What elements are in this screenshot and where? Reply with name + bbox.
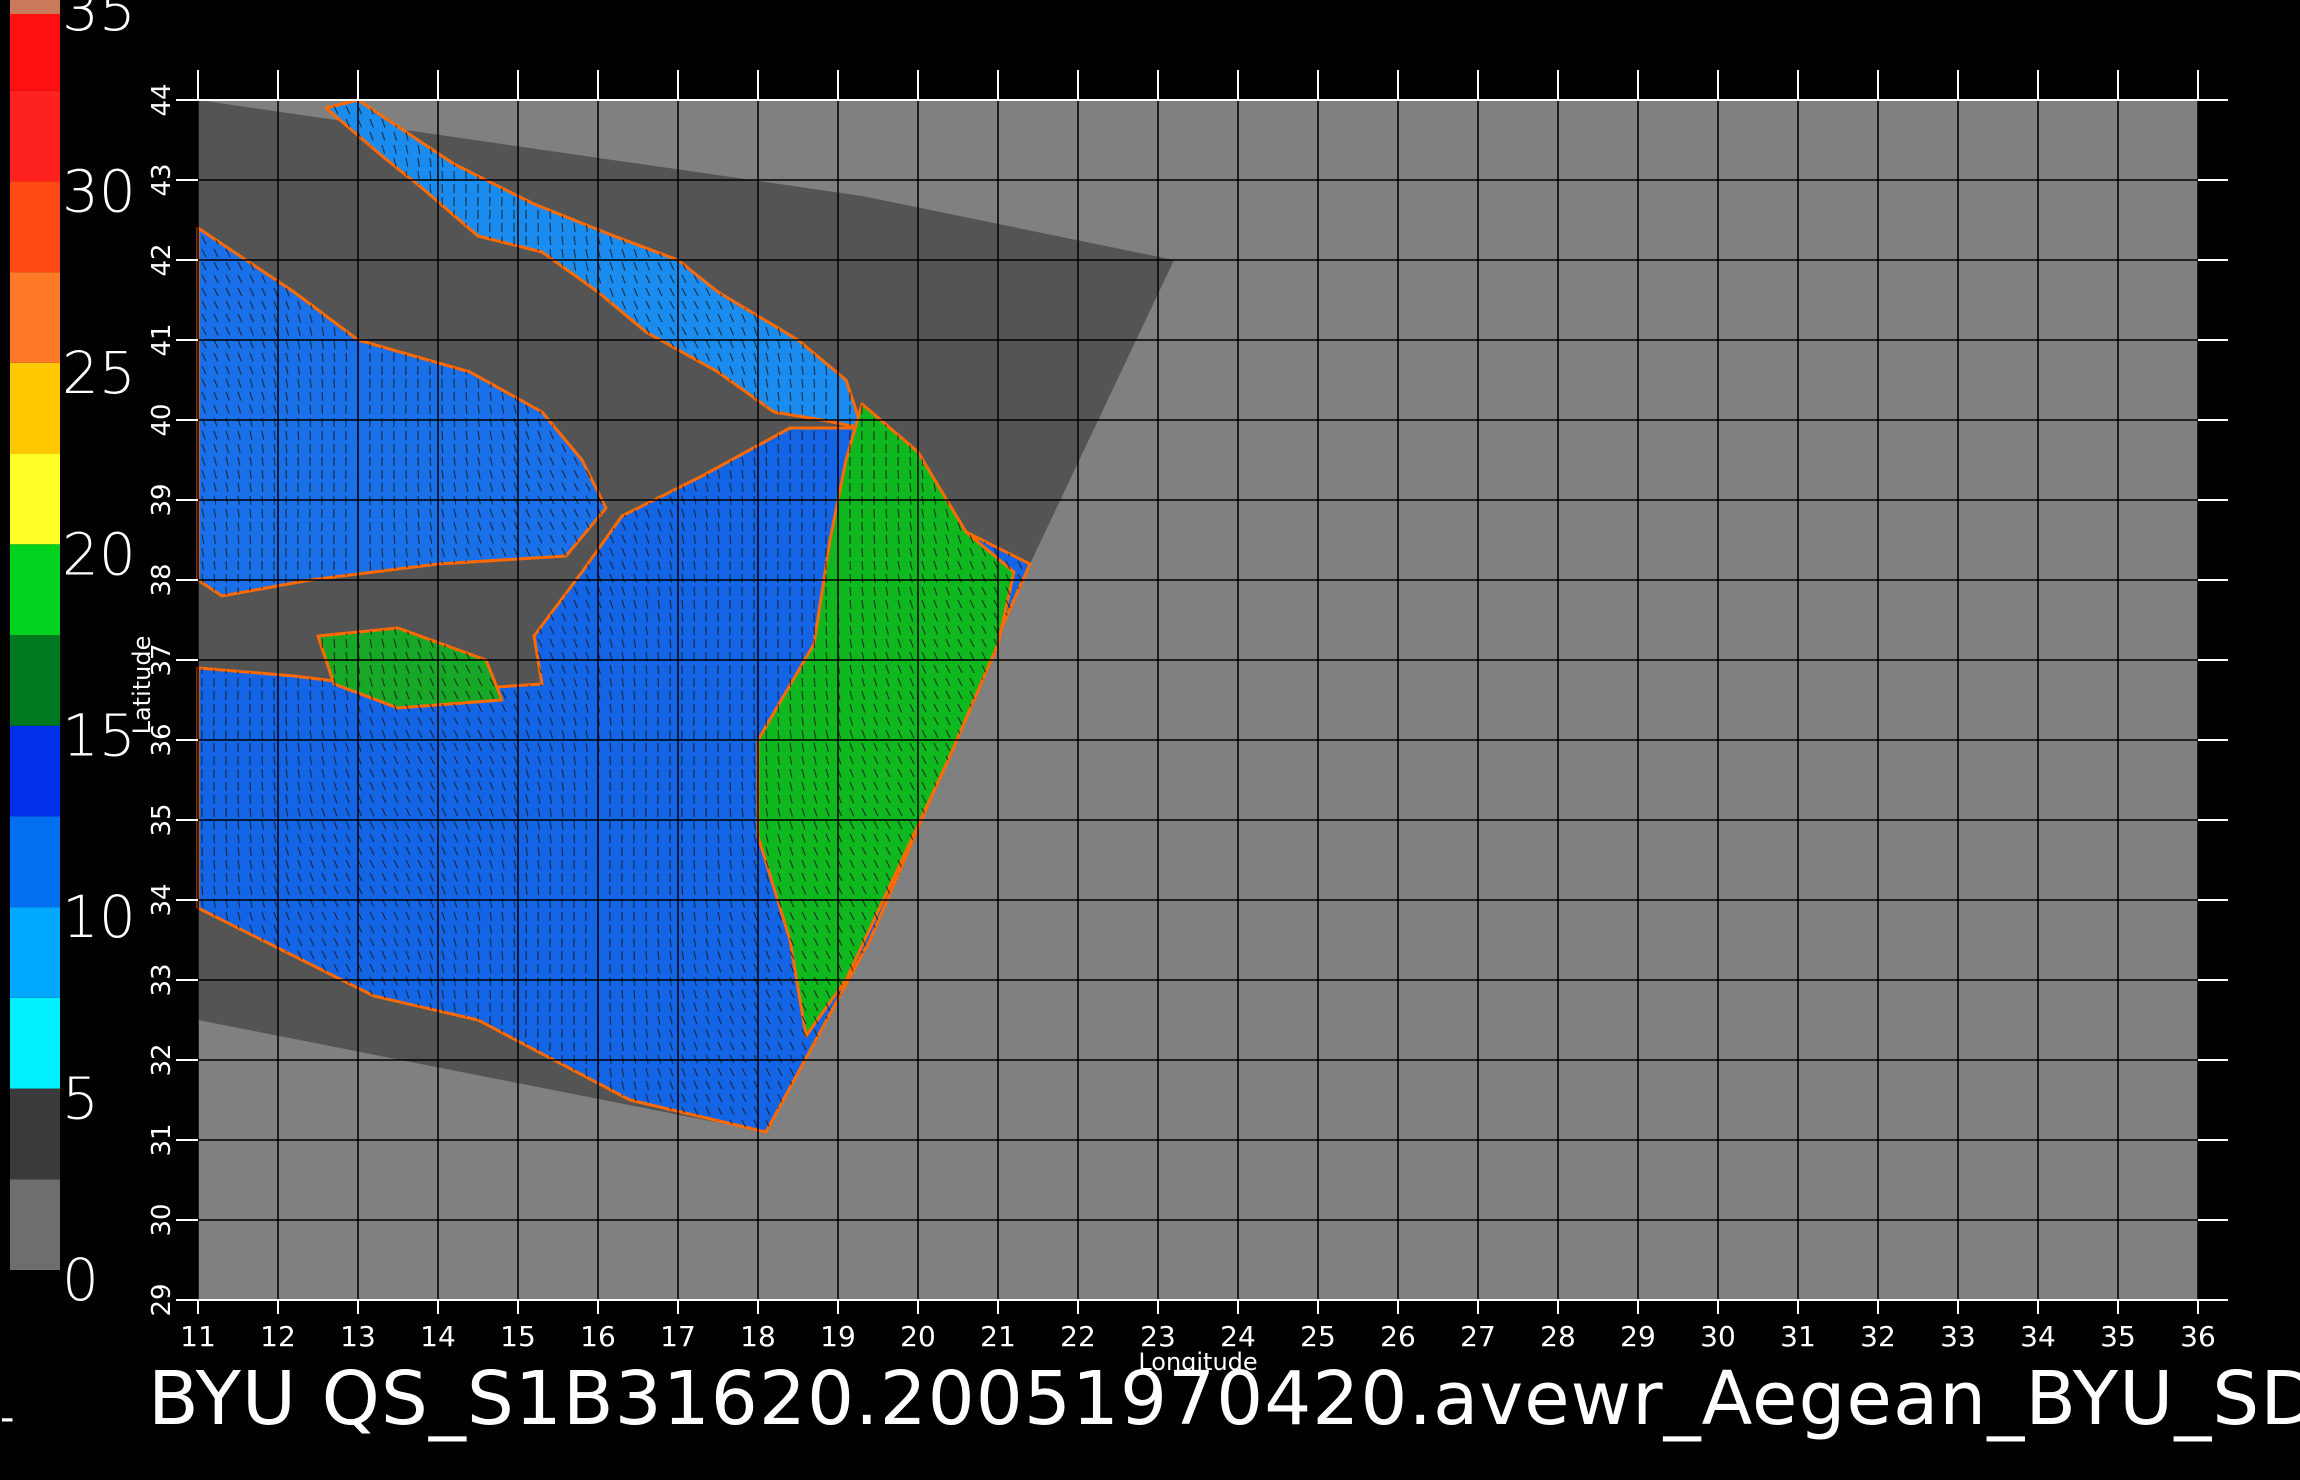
lat-tick-label: 44 — [147, 83, 177, 116]
lon-tick-label: 18 — [740, 1320, 776, 1353]
lat-tick-label: 33 — [147, 963, 177, 996]
lat-tick-label: 32 — [147, 1043, 177, 1076]
colorbar-tick-label: 30 — [62, 157, 136, 225]
lon-tick-label: 29 — [1620, 1320, 1656, 1353]
lat-tick-label: 30 — [147, 1203, 177, 1236]
map-plot-area: 11 12 13 14 15 16 17 18 19 20 21 22 23 24 25 26 27 28 29 30… — [128, 70, 2228, 1376]
lon-tick-label: 26 — [1380, 1320, 1416, 1353]
colorbar-tick-label: 0 — [62, 1246, 99, 1314]
lat-tick-label: 35 — [147, 803, 177, 836]
colorbar-band — [10, 816, 60, 908]
colorbar-tick-labels: 0 5 10 15 20 25 30 35 — [62, 0, 136, 1314]
lon-tick-label: 11 — [180, 1320, 216, 1353]
colorbar-band — [10, 90, 60, 182]
colorbar-tick-label: 5 — [62, 1065, 99, 1133]
lon-tick-label: 12 — [260, 1320, 296, 1353]
colorbar-band — [10, 544, 60, 635]
lat-tick-label: 34 — [147, 883, 177, 916]
lat-tick-label: 38 — [147, 563, 177, 596]
lat-tick-label: 42 — [147, 243, 177, 276]
lat-tick-label: 41 — [147, 323, 177, 356]
colorbar-tick-label: 25 — [62, 339, 136, 407]
colorbar-band — [10, 0, 60, 14]
side-mark: - — [0, 1395, 15, 1441]
wind-speed-colorbar — [10, 0, 60, 1270]
lon-tick-label: 28 — [1540, 1320, 1576, 1353]
lat-tick-label: 31 — [147, 1123, 177, 1156]
colorbar-band — [10, 725, 60, 817]
lat-tick-label: 39 — [147, 483, 177, 516]
wind-map-figure: 0 5 10 15 20 25 30 35 11 12 13 14 15 16 17 18 19 20 21 22 2… — [10, 0, 2228, 1376]
colorbar-band — [10, 635, 60, 726]
colorbar-band — [10, 272, 60, 363]
lat-tick-label: 29 — [147, 1283, 177, 1316]
colorbar-band — [10, 181, 60, 273]
y-axis-label: Latitude — [128, 636, 156, 735]
lon-tick-label: 25 — [1300, 1320, 1336, 1353]
lon-tick-label: 31 — [1780, 1320, 1816, 1353]
lon-tick-label: 21 — [980, 1320, 1016, 1353]
colorbar-band — [10, 1088, 60, 1180]
lon-tick-label: 27 — [1460, 1320, 1496, 1353]
lon-tick-label: 20 — [900, 1320, 936, 1353]
colorbar-band — [10, 997, 60, 1089]
lon-tick-label: 36 — [2180, 1320, 2216, 1353]
lon-tick-label: 13 — [340, 1320, 376, 1353]
lon-tick-label: 35 — [2100, 1320, 2136, 1353]
colorbar-band — [10, 362, 60, 454]
colorbar-band — [10, 1179, 60, 1270]
lon-tick-label: 16 — [580, 1320, 616, 1353]
lon-tick-label: 34 — [2020, 1320, 2056, 1353]
colorbar-band — [10, 453, 60, 545]
lon-tick-label: 17 — [660, 1320, 696, 1353]
image-caption: BYU QS_S1B31620.20051970420.avewr_Aegean… — [148, 1356, 2300, 1442]
lat-tick-label: 43 — [147, 163, 177, 196]
lon-tick-label: 30 — [1700, 1320, 1736, 1353]
lon-tick-label: 15 — [500, 1320, 536, 1353]
colorbar-tick-label: 20 — [62, 520, 136, 588]
lon-tick-label: 22 — [1060, 1320, 1096, 1353]
lon-tick-label: 19 — [820, 1320, 856, 1353]
colorbar-band — [10, 907, 60, 998]
colorbar-tick-label: 35 — [62, 0, 136, 44]
lon-tick-label: 32 — [1860, 1320, 1896, 1353]
colorbar-tick-label: 15 — [62, 702, 136, 770]
lon-tick-label: 33 — [1940, 1320, 1976, 1353]
lat-tick-label: 40 — [147, 403, 177, 436]
lon-tick-label: 14 — [420, 1320, 456, 1353]
colorbar-tick-label: 10 — [62, 883, 136, 951]
